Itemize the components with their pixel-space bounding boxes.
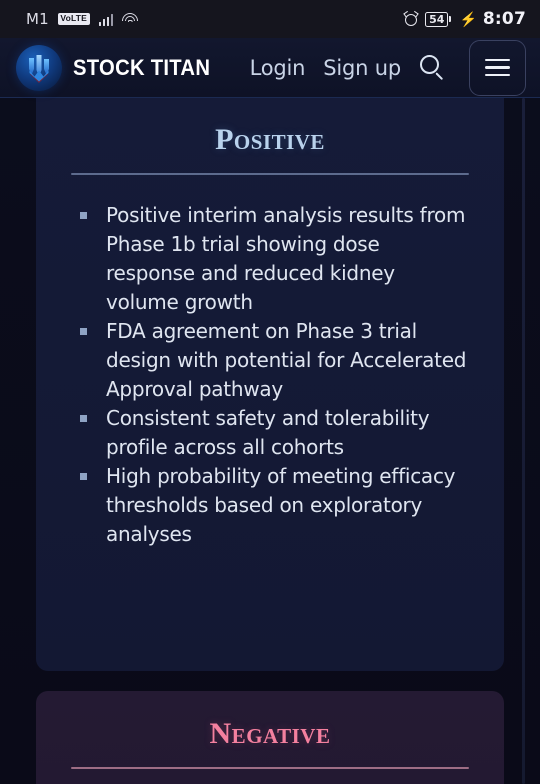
list-item: High probability of meeting efficacy thr… bbox=[80, 462, 470, 549]
page-scrollbar[interactable] bbox=[522, 98, 525, 784]
hamburger-menu-icon[interactable] bbox=[469, 39, 526, 96]
status-bar: M1 VoLTE 54 ⚡ 8:07 bbox=[0, 0, 540, 38]
list-item: Positive interim analysis results from P… bbox=[80, 201, 470, 317]
battery-indicator: 54 bbox=[425, 11, 452, 27]
clock-label: 8:07 bbox=[482, 9, 526, 29]
carrier-label: M1 bbox=[26, 10, 49, 28]
brand-title: STOCK TITAN bbox=[73, 54, 211, 80]
negative-divider bbox=[71, 767, 469, 769]
header-nav: Login Sign up bbox=[250, 39, 526, 96]
positive-divider bbox=[71, 173, 469, 175]
status-bar-right: 54 ⚡ 8:07 bbox=[403, 9, 526, 29]
battery-cap bbox=[449, 16, 452, 22]
wifi-icon bbox=[122, 12, 139, 26]
positive-bullet-list: Positive interim analysis results from P… bbox=[80, 201, 470, 549]
login-link[interactable]: Login bbox=[250, 56, 306, 80]
list-item: Consistent safety and tolerability profi… bbox=[80, 404, 470, 462]
positive-card-title: Positive bbox=[215, 123, 325, 156]
signal-bars-icon bbox=[98, 13, 114, 26]
battery-percent-label: 54 bbox=[425, 11, 449, 27]
stock-titan-logo-icon[interactable] bbox=[16, 44, 62, 91]
signup-link[interactable]: Sign up bbox=[323, 56, 401, 80]
page-content: Positive Positive interim analysis resul… bbox=[0, 98, 540, 784]
volte-badge: VoLTE bbox=[57, 13, 90, 25]
negative-card: Negative None. bbox=[36, 691, 504, 784]
lightning-bolt-icon: ⚡ bbox=[459, 10, 477, 27]
status-bar-left: M1 VoLTE bbox=[26, 10, 139, 28]
app-header: STOCK TITAN Login Sign up bbox=[0, 38, 540, 98]
alarm-clock-icon bbox=[403, 10, 419, 26]
negative-card-title: Negative bbox=[209, 717, 331, 750]
search-icon[interactable] bbox=[419, 54, 447, 82]
positive-card: Positive Positive interim analysis resul… bbox=[36, 98, 504, 671]
list-item: FDA agreement on Phase 3 trial design wi… bbox=[80, 317, 470, 404]
